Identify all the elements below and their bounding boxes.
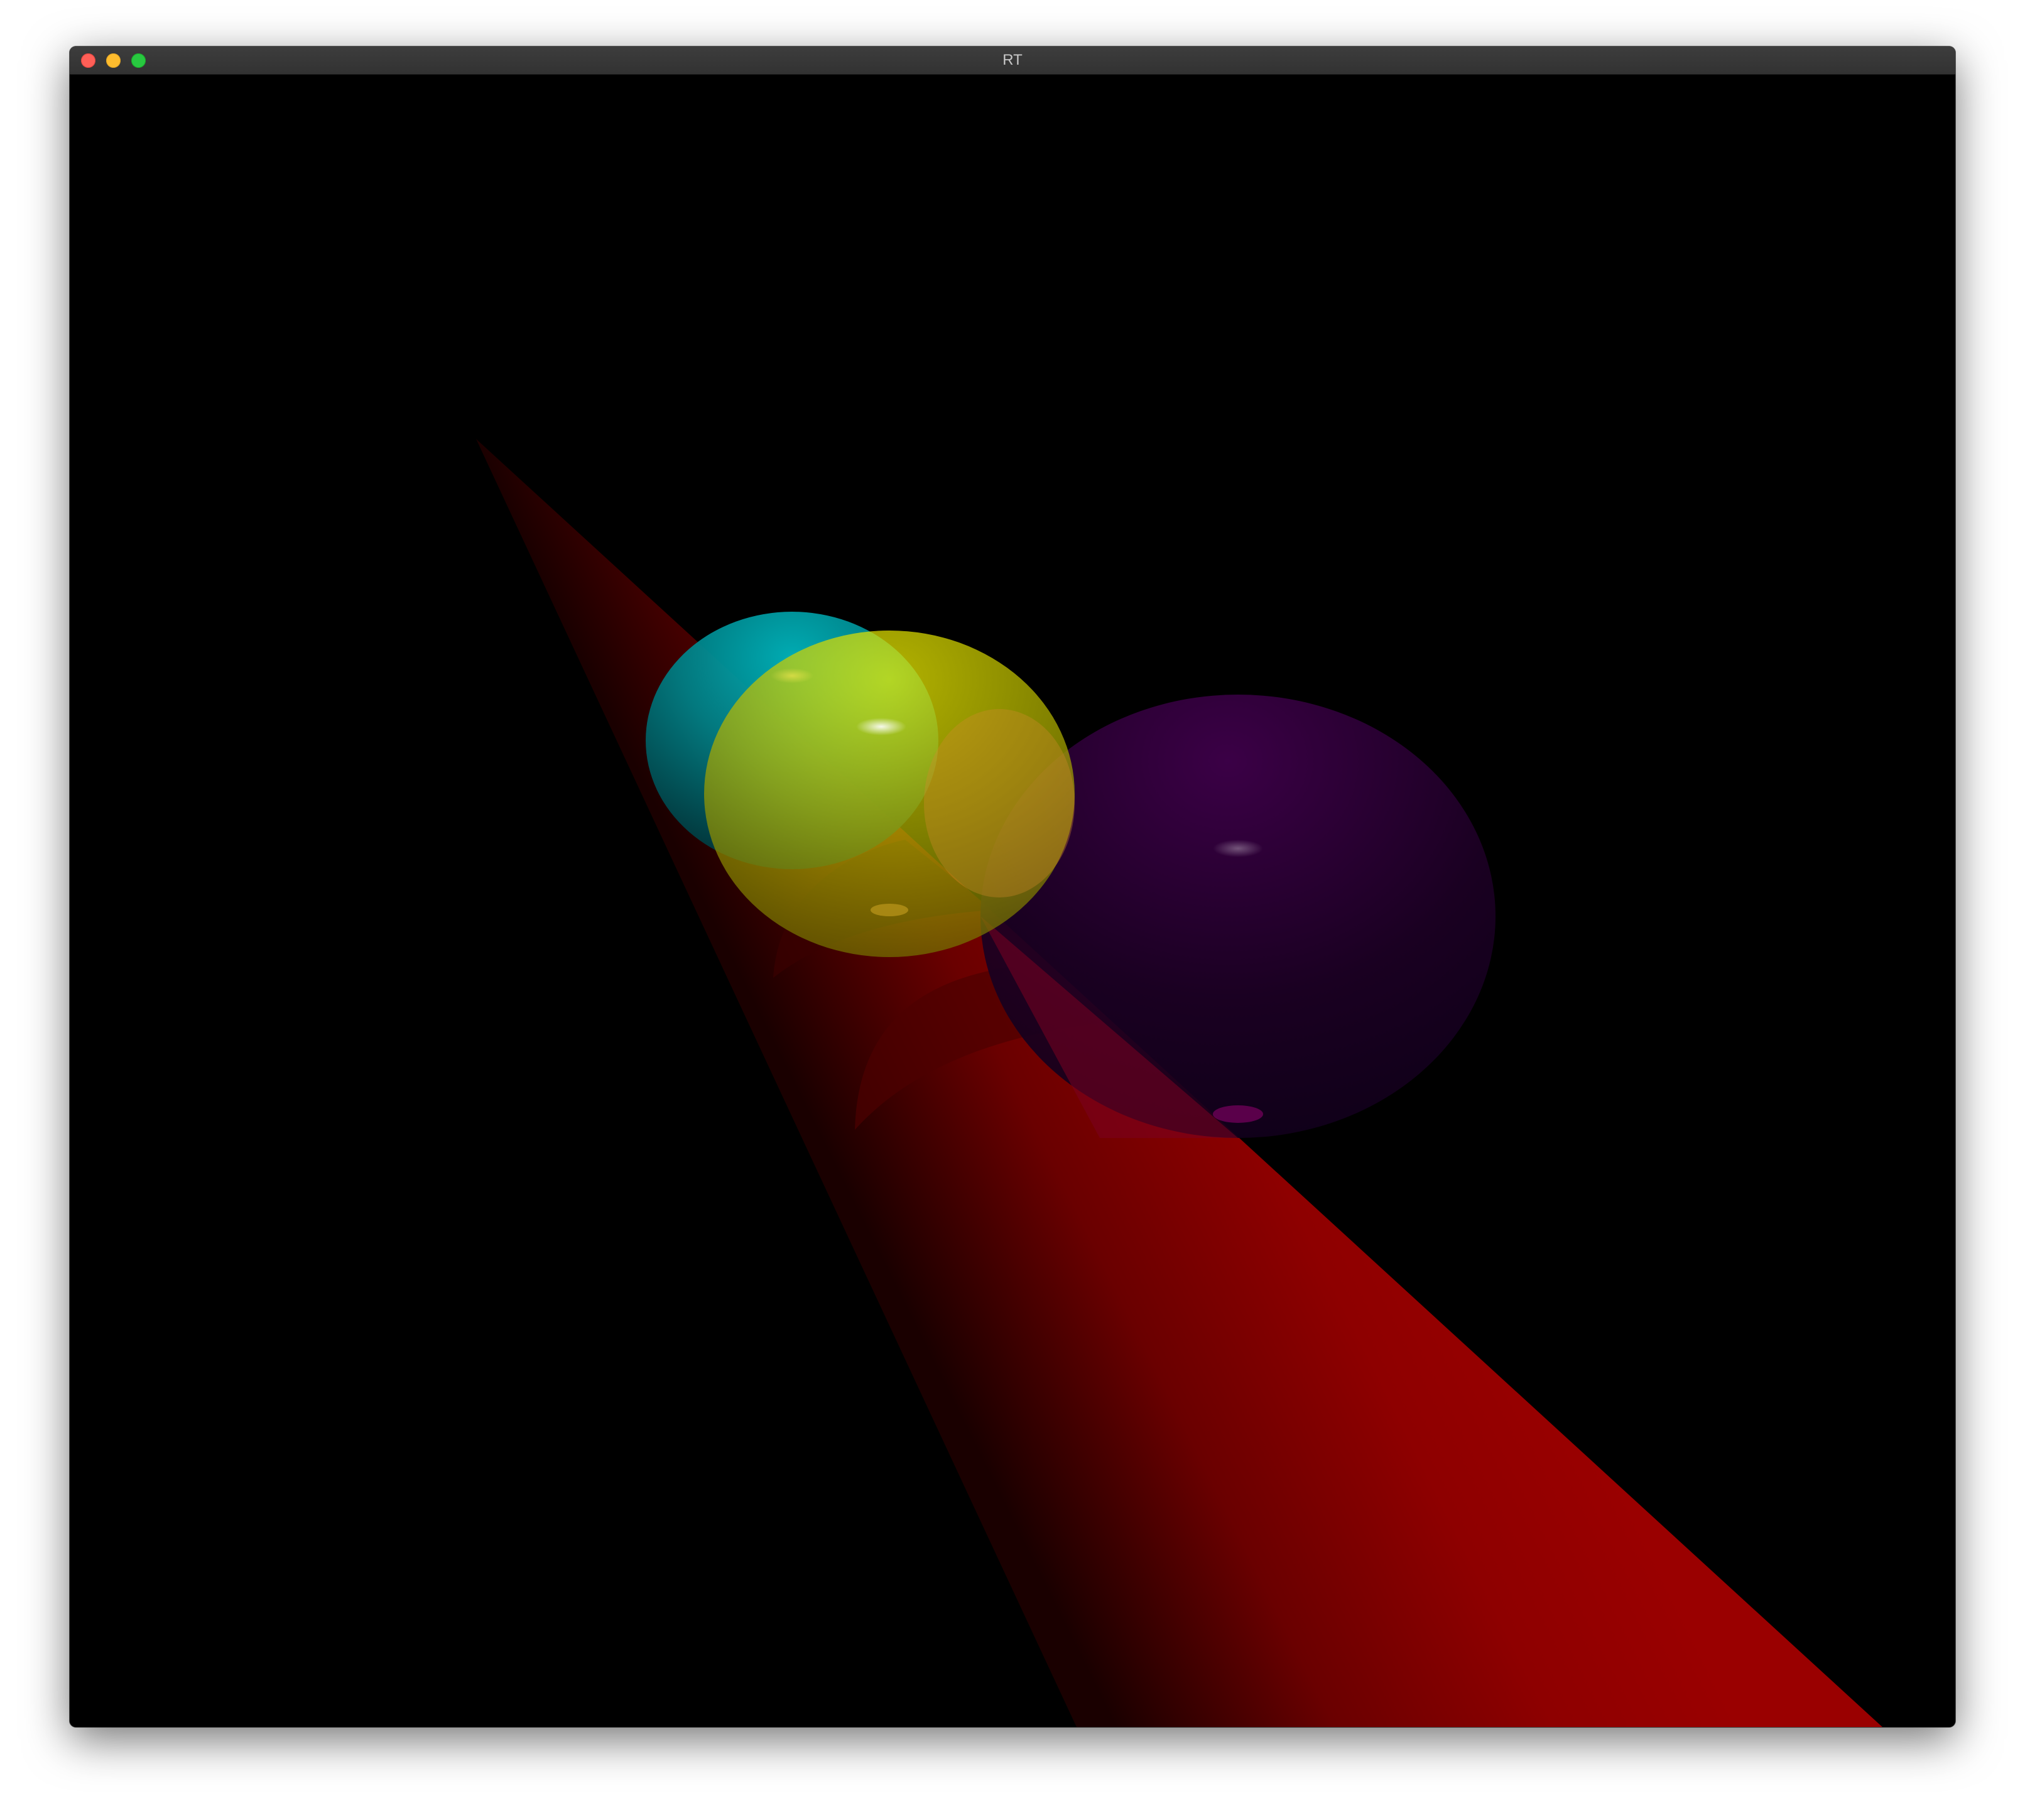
app-window: RT [70, 46, 1955, 1727]
rendered-scene [476, 439, 1882, 1727]
yellow-sphere-reflection [871, 904, 908, 916]
yellow-sphere-highlight [856, 718, 906, 735]
window-title: RT [1002, 51, 1023, 68]
render-viewport [70, 75, 1955, 1727]
title-bar[interactable]: RT [70, 46, 1955, 75]
yellow-sphere-overlap-tint [924, 709, 1075, 897]
purple-sphere-reflection [1213, 1105, 1263, 1123]
purple-sphere-highlight [1213, 840, 1263, 857]
